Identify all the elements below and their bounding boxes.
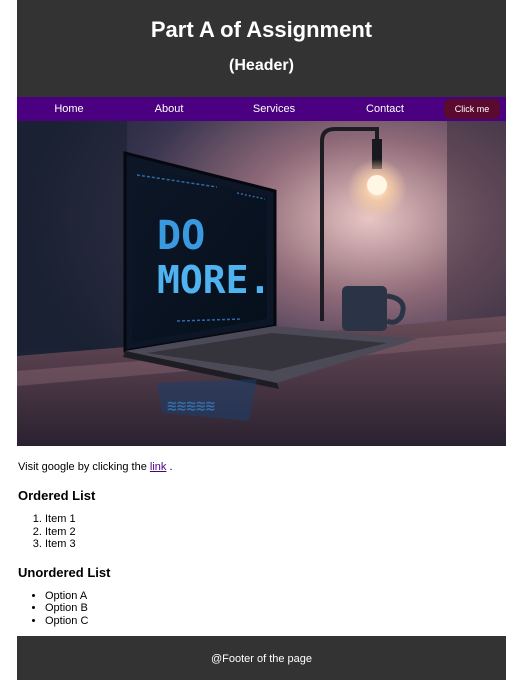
list-item: Item 1: [45, 513, 506, 526]
navbar: Home About Services Contact Click me: [17, 97, 506, 121]
list-item: Option C: [45, 615, 506, 628]
visit-text: Visit google by clicking the: [18, 461, 147, 473]
header-subtitle: (Header): [229, 57, 294, 74]
hero-screen-text-1: DO: [157, 213, 205, 259]
list-item: Option A: [45, 590, 506, 603]
list-item: Option B: [45, 602, 506, 615]
unordered-list: Option A Option B Option C: [17, 590, 506, 628]
visit-line: Visit google by clicking the link .: [18, 460, 505, 474]
main-content: Visit google by clicking the link . Orde…: [17, 460, 506, 627]
list-item: Item 3: [45, 538, 506, 551]
svg-text:≋≋≋≋≋: ≋≋≋≋≋: [167, 396, 215, 415]
hero-image: DO MORE. ≋≋≋≋≋: [17, 121, 506, 446]
list-item: Item 2: [45, 526, 506, 539]
page: Part A of Assignment (Header) Home About…: [17, 0, 506, 627]
footer-text: @Footer of the page: [210, 653, 313, 665]
hero-screen-text-2: MORE.: [157, 258, 271, 302]
site-footer: @Footer of the page: [17, 636, 506, 680]
visit-suffix: .: [169, 461, 173, 473]
nav-link-contact[interactable]: Contact: [366, 97, 404, 121]
ordered-list-heading: Ordered List: [18, 488, 96, 503]
nav-link-about[interactable]: About: [155, 97, 184, 121]
site-header: Part A of Assignment (Header): [17, 0, 506, 97]
nav-link-services[interactable]: Services: [253, 97, 295, 121]
page-title: Part A of Assignment: [150, 17, 373, 42]
unordered-list-heading: Unordered List: [18, 564, 111, 580]
ordered-list: Item 1 Item 2 Item 3: [17, 513, 506, 551]
click-me-button[interactable]: Click me: [444, 99, 500, 119]
nav-link-home[interactable]: Home: [54, 97, 83, 121]
google-link[interactable]: link: [150, 461, 167, 473]
